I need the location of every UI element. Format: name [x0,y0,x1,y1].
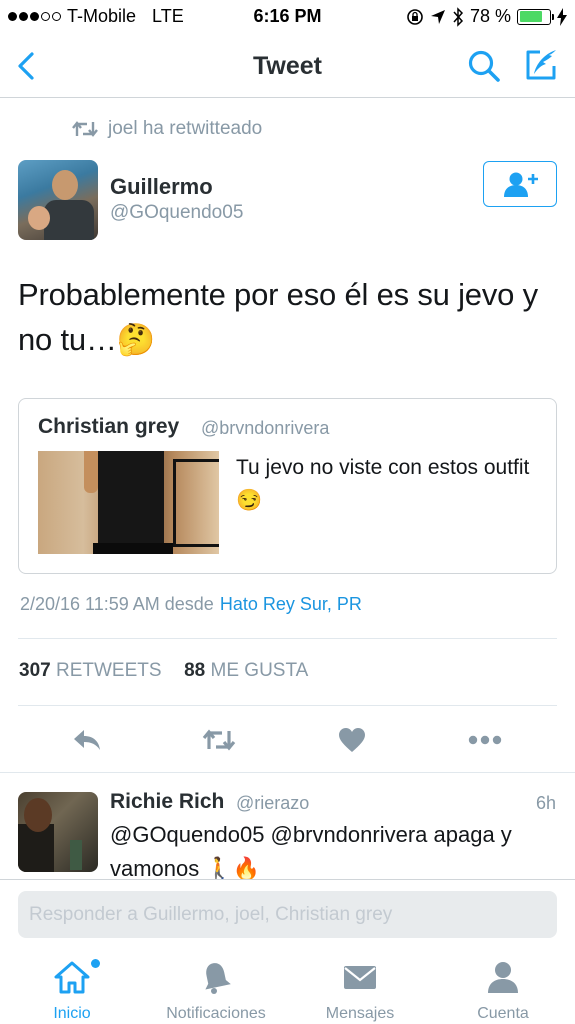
retweet-context: joel ha retwitteado [72,118,262,140]
reply-compose-bar [0,879,575,951]
quoted-tweet-image[interactable] [38,451,219,554]
tab-label: Notificaciones [166,1005,266,1022]
heart-icon [339,728,365,752]
more-icon [468,735,502,745]
reply-icon [74,730,100,750]
search-icon [468,50,500,82]
compose-tweet-button[interactable] [522,46,560,84]
author-avatar[interactable] [18,160,98,240]
person-icon [488,962,518,993]
divider [18,638,557,639]
retweet-label[interactable]: RETWEETS [56,660,162,681]
tweet-text: Probablemente por eso él es su jevo y no… [18,277,538,357]
follow-button[interactable] [483,161,557,207]
battery-percentage: 78 % [469,6,511,26]
more-options-button[interactable] [468,724,502,756]
reply-timestamp: 6h [535,793,556,813]
divider [0,772,575,773]
tab-notifications[interactable]: Notificaciones [151,959,281,1023]
tab-bar: Inicio Notificaciones Mensajes Cuenta [0,951,575,1024]
reply-author-name[interactable]: Richie Rich [110,790,224,814]
reply-author-handle[interactable]: @rierazo [236,793,309,814]
retweet-icon [72,121,98,137]
reply-input[interactable] [18,891,557,938]
timestamp-text: 2/20/16 11:59 AM desde [20,594,214,614]
bluetooth-icon [453,6,463,27]
new-content-badge [91,959,100,968]
reply-button[interactable] [70,724,104,756]
like-count[interactable]: 88 [184,660,205,681]
quoted-author-handle: @brvndonrivera [201,418,330,438]
author-name[interactable]: Guillermo [110,174,213,200]
battery-icon [517,8,554,25]
quoted-tweet-text: Tu jevo no viste con estos outfit 😏 [236,456,530,512]
add-user-icon [504,172,538,197]
divider [18,705,557,706]
reply-author-avatar[interactable] [18,792,98,872]
tab-home[interactable]: Inicio [7,959,137,1023]
tab-messages[interactable]: Mensajes [295,959,425,1023]
tab-account[interactable]: Cuenta [438,959,568,1023]
retweet-button[interactable] [202,724,236,756]
bell-icon [205,963,231,994]
location-arrow-icon [430,9,445,24]
quoted-tweet[interactable]: Christian grey @brvndonrivera Tu jevo no… [18,398,557,574]
status-bar: T-Mobile LTE 6:16 PM 78 % [0,0,575,34]
tweet-timestamp: 2/20/16 11:59 AM desde Hato Rey Sur, PR [20,594,362,615]
charging-bolt-icon [557,7,567,26]
rotation-lock-icon [407,8,423,25]
compose-icon [526,50,556,80]
like-button[interactable] [335,724,369,756]
tab-label: Mensajes [325,1005,395,1022]
retweet-context-label: joel ha retwitteado [108,118,263,139]
like-label[interactable]: ME GUSTA [211,660,309,681]
retweet-count[interactable]: 307 [19,660,51,681]
location-link[interactable]: Hato Rey Sur, PR [220,594,362,614]
tweet-stats: 307 RETWEETS 88 ME GUSTA [19,660,308,682]
retweet-icon [202,729,236,751]
author-handle[interactable]: @GOquendo05 [110,202,243,224]
home-icon [54,961,90,994]
tab-label: Cuenta [477,1005,529,1022]
tweet-actions [0,722,575,758]
tab-label: Inicio [53,1005,91,1022]
quoted-author-name: Christian grey [38,415,180,438]
envelope-icon [344,966,376,989]
nav-bar: Tweet [0,34,575,98]
search-button[interactable] [466,48,502,84]
reply-text: @GOquendo05 @brvndonrivera apaga y vamon… [110,822,512,881]
